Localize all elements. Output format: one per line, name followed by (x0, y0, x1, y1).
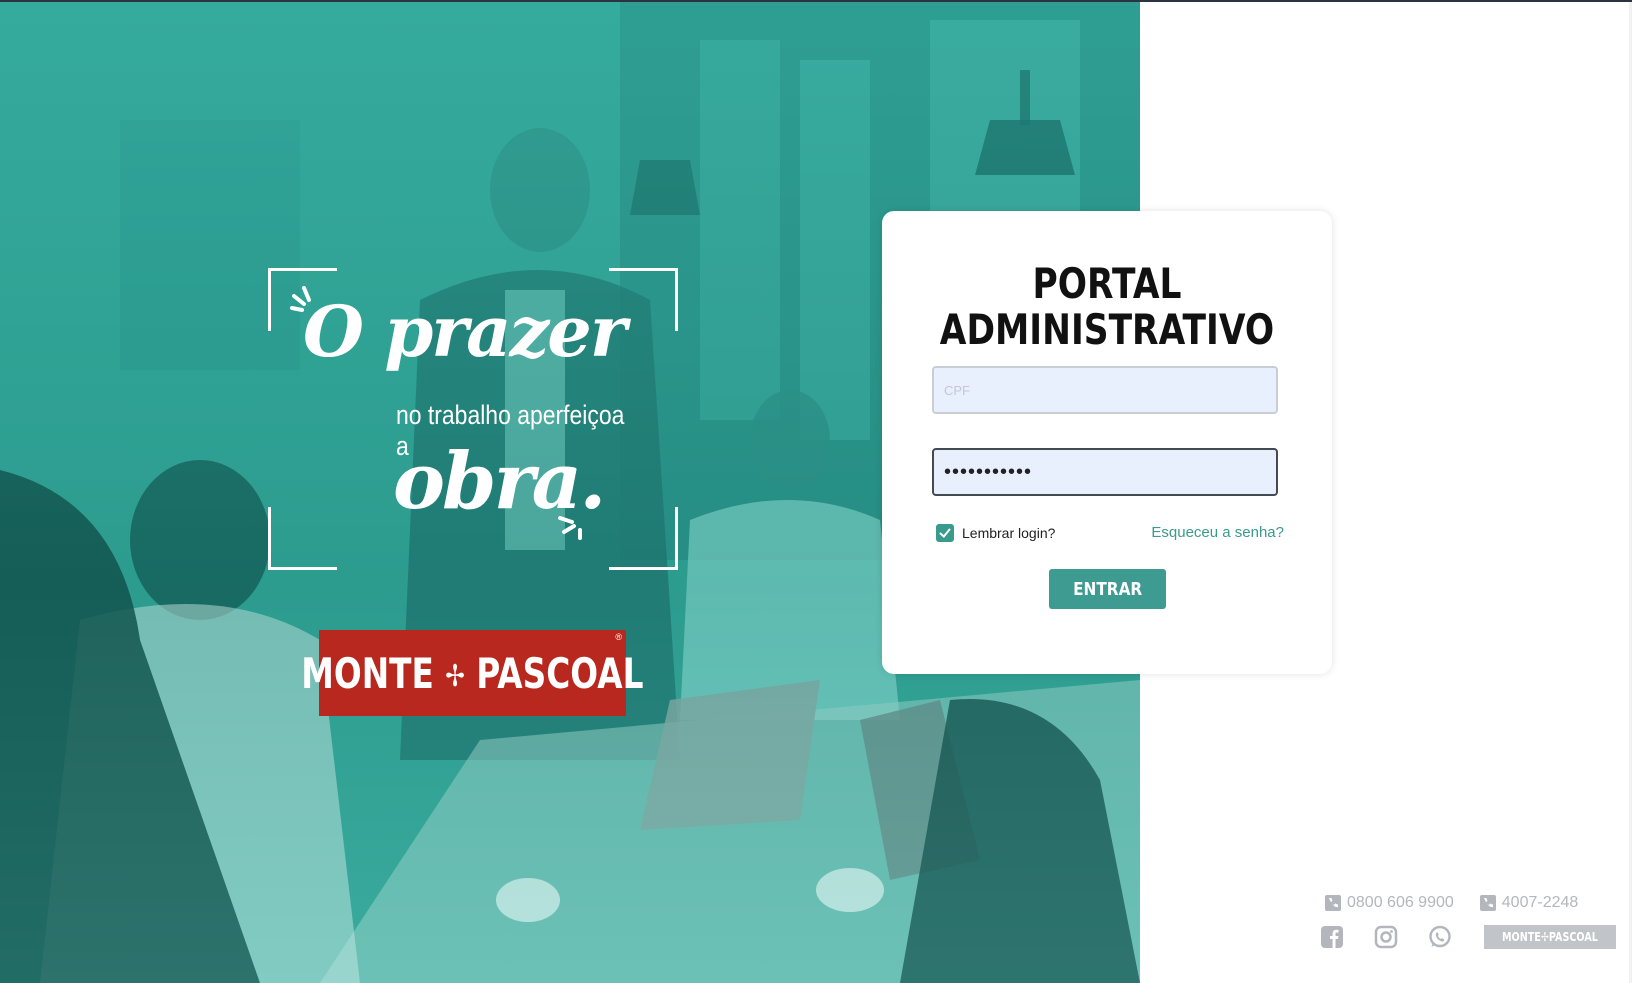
logo-text-right: PASCOAL (476, 648, 644, 698)
sparkle-icon (558, 516, 582, 540)
frame-corner (609, 507, 678, 570)
phone-number-1: 0800 606 9900 (1347, 894, 1454, 911)
facebook-icon[interactable] (1320, 925, 1344, 949)
phone-item[interactable]: 0800 606 9900 (1325, 894, 1454, 912)
frame-corner (268, 507, 337, 570)
contact-info: 0800 606 9900 4007-2248 (1325, 894, 1578, 912)
cross-icon: ✢ (445, 658, 466, 694)
footer-brand-logo: MONTE✢PASCOAL (1484, 925, 1616, 949)
portal-title-line-2: ADMINISTRATIVO (939, 305, 1275, 354)
login-page: O prazer no trabalho aperfeiçoa a obra. … (0, 0, 1632, 983)
monte-pascoal-logo: MONTE ✢ PASCOAL ® (301, 630, 644, 716)
phone-item[interactable]: 4007-2248 (1479, 894, 1579, 912)
phone-number-2: 4007-2248 (1501, 894, 1579, 911)
remember-label: Lembrar login? (962, 525, 1056, 541)
checkmark-icon (939, 528, 951, 538)
cpf-input[interactable] (932, 366, 1278, 414)
remember-login[interactable]: Lembrar login? (936, 524, 1055, 542)
forgot-password-link[interactable]: Esqueceu a senha? (1151, 524, 1284, 541)
enter-button-label: ENTRAR (1072, 578, 1143, 600)
portal-title-line-1: PORTAL (1032, 259, 1182, 308)
instagram-icon[interactable] (1374, 925, 1398, 949)
login-card: PORTAL ADMINISTRATIVO Lembrar login? Esq… (882, 211, 1332, 674)
slogan-line-1: O prazer (303, 290, 627, 373)
portal-title: PORTAL ADMINISTRATIVO (923, 261, 1292, 353)
registered-mark: ® (615, 632, 622, 642)
phone-icon (1325, 895, 1341, 911)
password-input[interactable] (932, 448, 1278, 496)
slogan-frame: O prazer no trabalho aperfeiçoa a obra. (268, 268, 678, 570)
phone-icon (1479, 895, 1496, 911)
enter-button[interactable]: ENTRAR (1049, 569, 1166, 609)
top-bar (0, 0, 1632, 2)
social-links: MONTE✢PASCOAL (1320, 925, 1616, 949)
whatsapp-icon[interactable] (1428, 925, 1452, 949)
footer-logo-text: MONTE✢PASCOAL (1501, 930, 1598, 944)
logo-text-left: MONTE (301, 648, 434, 698)
remember-checkbox[interactable] (936, 524, 954, 542)
